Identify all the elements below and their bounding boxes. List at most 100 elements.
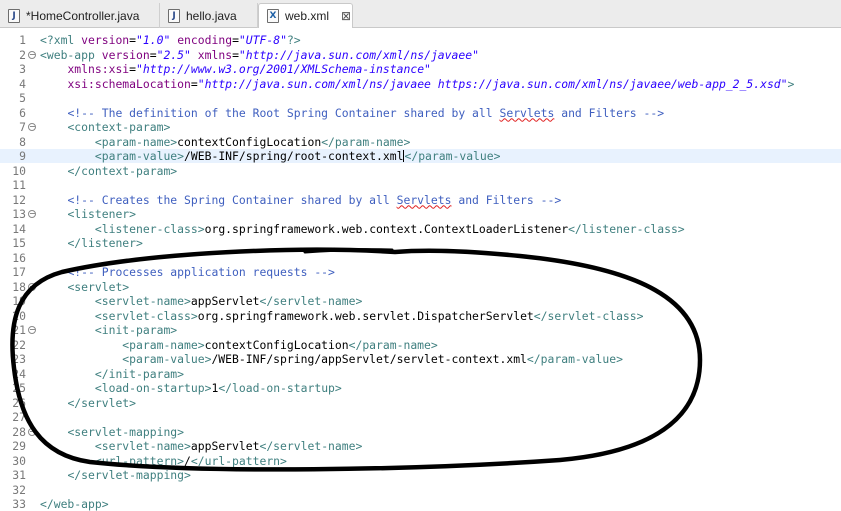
tab-hello-java[interactable]: Jhello.java [160, 3, 258, 28]
xml-file-icon: X [267, 9, 279, 23]
code-line[interactable]: 11 [0, 178, 841, 192]
tab-label: hello.java [186, 8, 237, 23]
token-tag: <listener-class> [94, 221, 205, 236]
line-gutter: 17 [0, 265, 40, 279]
code-line[interactable]: 3 xmlns:xsi="http://www.w3.org/2001/XMLS… [0, 62, 841, 76]
fold-toggle-icon[interactable]: − [28, 210, 36, 218]
code-line[interactable]: 23 <param-value>/WEB-INF/spring/appServl… [0, 352, 841, 366]
line-number: 8 [19, 134, 26, 149]
code-line[interactable]: 18− <servlet> [0, 280, 841, 294]
token-val: "http://java.sun.com/xml/ns/javaee" [238, 47, 479, 62]
token-tag: <load-on-startup> [94, 381, 212, 395]
token-cmtsq: Servlets [396, 192, 452, 207]
line-number: 30 [12, 453, 26, 468]
editor-tab-bar: J *HomeController.java Jhello.java Xweb.xml… [0, 0, 841, 28]
code-line[interactable]: 21− <init-param> [0, 323, 841, 337]
token-tag: </param-value> [404, 149, 501, 163]
line-number: 5 [19, 91, 26, 105]
code-line[interactable]: 33 </web-app> [0, 497, 841, 511]
token-cmt: <!-- Creates the Spring Container shared… [67, 192, 397, 207]
line-gutter: 20 [0, 309, 40, 323]
line-gutter: 27 [0, 410, 40, 424]
line-number: 26 [12, 395, 26, 410]
line-number: 25 [12, 381, 26, 395]
token-tag: <param-value> [94, 149, 185, 163]
line-number: 2 [19, 47, 26, 62]
code-line[interactable]: 1 <?xml version="1.0" encoding="UTF-8"?> [0, 33, 841, 47]
line-number: 3 [19, 62, 26, 76]
line-code: <init-param> [40, 323, 177, 337]
token-tag: </servlet-class> [533, 308, 644, 323]
line-code: <context-param> [40, 120, 170, 134]
token-txt: = [149, 47, 157, 62]
token-tag: <init-param> [94, 323, 178, 337]
java-file-icon: J [168, 8, 180, 23]
line-gutter: 33 [0, 497, 40, 511]
code-line[interactable]: 12 <!-- Creates the Spring Container sha… [0, 193, 841, 207]
close-tab-icon[interactable]: ⊠ [341, 9, 351, 23]
token-tag: </url-pattern> [190, 453, 287, 468]
line-code: </servlet> [40, 396, 136, 410]
line-gutter: 14 [0, 222, 40, 236]
line-code: <url-pattern>/</url-pattern> [40, 454, 287, 468]
fold-toggle-icon[interactable]: − [28, 50, 36, 59]
token-tag: </param-value> [526, 352, 623, 366]
token-val: "UTF-8" [238, 33, 287, 47]
code-line[interactable]: 10 </context-param> [0, 164, 841, 178]
code-line[interactable]: 30 <url-pattern>/</url-pattern> [0, 454, 841, 468]
code-line[interactable]: 28− <servlet-mapping> [0, 425, 841, 439]
fold-toggle-icon[interactable]: − [28, 123, 36, 131]
token-val: "http://java.sun.com/xml/ns/javaee https… [197, 76, 788, 91]
code-line[interactable]: 14 <listener-class>org.springframework.w… [0, 222, 841, 236]
line-gutter: 8 [0, 135, 40, 149]
token-tag: </listener-class> [568, 221, 685, 236]
line-gutter: 28− [0, 425, 40, 439]
fold-toggle-icon[interactable]: − [28, 427, 36, 436]
code-line[interactable]: 16 [0, 251, 841, 265]
code-line[interactable]: 17 <!-- Processes application requests -… [0, 265, 841, 279]
code-line[interactable]: 7− <context-param> [0, 120, 841, 134]
token-txt: /WEB-INF/spring/appServlet/servlet-conte… [211, 352, 527, 366]
line-code: <servlet-class>org.springframework.web.s… [40, 309, 644, 323]
token-txt: = [232, 33, 239, 47]
code-line[interactable]: 4 xsi:schemaLocation="http://java.sun.co… [0, 77, 841, 91]
line-gutter: 5 [0, 91, 40, 105]
line-number: 9 [19, 149, 26, 163]
code-line[interactable]: 9 <param-value>/WEB-INF/spring/root-cont… [0, 149, 841, 163]
line-code: xmlns:xsi="http://www.w3.org/2001/XMLSch… [40, 62, 430, 76]
line-number: 16 [12, 250, 26, 265]
code-line[interactable]: 25 <load-on-startup>1</load-on-startup> [0, 381, 841, 395]
fold-toggle-icon[interactable]: − [28, 282, 36, 291]
fold-toggle-icon[interactable]: − [28, 326, 36, 334]
code-line[interactable]: 31 </servlet-mapping> [0, 468, 841, 482]
code-line[interactable]: 32 [0, 483, 841, 497]
code-line[interactable]: 26 </servlet> [0, 396, 841, 410]
line-number: 24 [12, 366, 26, 381]
code-line[interactable]: 27 [0, 410, 841, 424]
tab-homecontroller-java[interactable]: J *HomeController.java [0, 3, 160, 28]
line-code: </servlet-mapping> [40, 468, 190, 482]
line-gutter: 1 [0, 33, 40, 47]
line-number: 14 [12, 221, 26, 236]
xml-editor[interactable]: 1 <?xml version="1.0" encoding="UTF-8"?> 2… [0, 28, 841, 511]
code-line[interactable]: 19 <servlet-name>appServlet</servlet-nam… [0, 294, 841, 308]
code-line[interactable]: 15 </listener> [0, 236, 841, 250]
code-line[interactable]: 5 [0, 91, 841, 105]
line-gutter: 24 [0, 367, 40, 381]
code-line[interactable]: 8 <param-name>contextConfigLocation</par… [0, 135, 841, 149]
token-val: "2.5" [156, 47, 191, 62]
code-line[interactable]: 13− <listener> [0, 207, 841, 221]
line-gutter: 23 [0, 352, 40, 366]
token-tag: <servlet-name> [94, 439, 191, 453]
code-line[interactable]: 6 <!-- The definition of the Root Spring… [0, 106, 841, 120]
code-line[interactable]: 29 <servlet-name>appServlet</servlet-nam… [0, 439, 841, 453]
code-line[interactable]: 22 <param-name>contextConfigLocation</pa… [0, 338, 841, 352]
code-line[interactable]: 2− <web-app version="2.5" xmlns="http://j… [0, 48, 841, 62]
code-line[interactable]: 20 <servlet-class>org.springframework.we… [0, 309, 841, 323]
code-line[interactable]: 24 </init-param> [0, 367, 841, 381]
tab-web-xml[interactable]: Xweb.xml ⊠ [258, 3, 353, 28]
